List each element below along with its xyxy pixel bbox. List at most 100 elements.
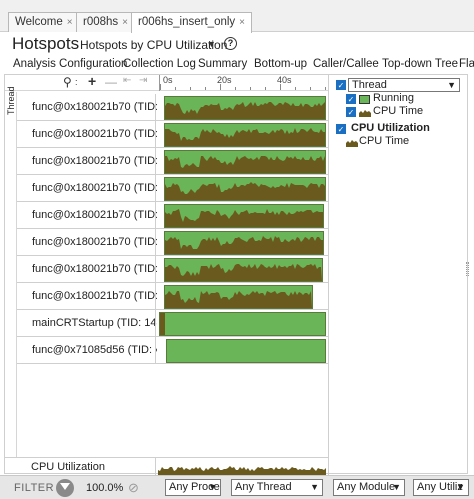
chevron-down-icon: ▼ (208, 482, 217, 492)
chevron-down-icon: ▼ (392, 482, 401, 492)
cpu-utilization-checkbox[interactable]: ✓ (336, 124, 346, 134)
thread-row[interactable]: func@0x180021b70 (TID: 5... (17, 283, 328, 310)
thread-label: func@0x180021b70 (TID: 1... (32, 182, 157, 194)
tab-label: r006hs_insert_only (138, 16, 236, 28)
zoom-fit-icon[interactable]: ⇤ (123, 75, 131, 86)
filter-label: FILTER (14, 482, 55, 494)
legend-cpu-time: CPU Time (373, 105, 424, 117)
zoom-reset-icon[interactable]: ⇥ (139, 75, 147, 86)
filter-icon[interactable] (56, 479, 74, 497)
utilization-filter-select[interactable]: Any Utiliz ▼ (413, 479, 469, 496)
module-filter-select[interactable]: Any Module ▼ (333, 479, 405, 496)
thread-row[interactable]: func@0x180021b70 (TID: 2... (17, 148, 328, 175)
thread-label: func@0x180021b70 (TID: 2... (32, 236, 157, 248)
tab-r008hs[interactable]: r008hs × (76, 12, 136, 32)
cpu-time-bar[interactable] (164, 177, 326, 201)
viewpoint-selector[interactable]: Hotspots by CPU Utilization (80, 38, 227, 52)
thread-label: func@0x180021b70 (TID: 4... (32, 209, 157, 221)
cpu-time-bar[interactable] (164, 231, 324, 255)
running-bar[interactable] (166, 339, 326, 363)
cpu-utilization-row[interactable]: CPU Utilization (5, 457, 328, 476)
process-filter-select[interactable]: Any Proce ▼ (165, 479, 221, 496)
chevron-down-icon[interactable]: ▼ (207, 39, 216, 49)
thread-label: mainCRTStartup (TID: 1495... (32, 317, 157, 329)
panel-resize-grip[interactable] (466, 262, 469, 276)
chevron-down-icon: ▼ (310, 482, 319, 492)
cpu-time-spike (160, 313, 165, 335)
thread-row[interactable]: func@0x180021b70 (TID: 2... (17, 121, 328, 148)
running-swatch (359, 95, 370, 104)
close-icon[interactable]: × (239, 17, 245, 28)
legend-cpu-utilization: CPU Utilization (351, 122, 430, 134)
thread-band-select[interactable]: Thread ▼ (348, 78, 460, 92)
legend-running: Running (373, 92, 414, 104)
thread-filter-select[interactable]: Any Thread ▼ (231, 479, 323, 496)
close-icon[interactable]: × (122, 17, 128, 28)
zoom-out-icon[interactable]: — (105, 75, 117, 89)
time-ruler[interactable]: 0s 20s 40s (159, 75, 328, 91)
tab-analysis-configuration[interactable]: Analysis Configuration (13, 58, 127, 70)
tab-r006hs-insert-only[interactable]: r006hs_insert_only × (131, 12, 253, 33)
thread-label: func@0x180021b70 (TID: 2... (32, 128, 157, 140)
colon-separator: : (75, 77, 78, 87)
cpu-utilization-label: CPU Utilization (31, 461, 105, 473)
running-bar[interactable] (159, 312, 326, 336)
cpu-time-bar[interactable] (164, 96, 326, 120)
cpu-utilization-swatch (346, 140, 358, 147)
chevron-down-icon: ▼ (456, 482, 465, 492)
help-icon[interactable]: ? (224, 37, 237, 50)
thread-row[interactable]: func@0x180021b70 (TID: 3... (17, 94, 328, 121)
cpu-time-bar[interactable] (164, 204, 324, 228)
tab-collection-log[interactable]: Collection Log (123, 58, 196, 70)
cpu-time-bar[interactable] (164, 258, 323, 282)
thread-row[interactable]: func@0x180021b70 (TID: 1... (17, 175, 328, 202)
close-icon[interactable]: × (67, 17, 73, 28)
timeline-pane: ⚲ : + — ⇤ ⇥ 0s 20s 40s Thread func@0x180… (4, 73, 469, 476)
cpu-time-graph (165, 102, 325, 119)
tab-top-down-tree[interactable]: Top-down Tree (382, 58, 458, 70)
cpu-time-graph (165, 236, 323, 254)
cpu-time-bar[interactable] (164, 150, 326, 174)
ruler-label: 0s (163, 75, 173, 85)
thread-label: func@0x71085d56 (TID: 40... (32, 344, 157, 356)
cpu-time-swatch (359, 110, 371, 117)
thread-group-label: Thread (5, 86, 17, 457)
thread-label: func@0x180021b70 (TID: 1... (32, 263, 157, 275)
analysis-tabs: Analysis Configuration Collection Log Su… (0, 57, 474, 74)
thread-row[interactable]: func@0x71085d56 (TID: 40... (17, 337, 328, 364)
thread-label: func@0x180021b70 (TID: 3... (32, 101, 157, 113)
tab-summary[interactable]: Summary (198, 58, 247, 70)
zoom-in-icon[interactable]: + (88, 73, 96, 89)
filter-bar: FILTER 100.0% ⊘ Any Proce ▼ Any Thread ▼ A… (0, 475, 474, 499)
thread-label: func@0x180021b70 (TID: 2... (32, 155, 157, 167)
thread-row[interactable]: func@0x180021b70 (TID: 2... (17, 229, 328, 256)
tab-bottom-up[interactable]: Bottom-up (254, 58, 307, 70)
analysis-header: Hotspots Hotspots by CPU Utilization ▼ ? (0, 33, 474, 57)
thread-label: func@0x180021b70 (TID: 5... (32, 290, 157, 302)
running-checkbox[interactable]: ✓ (346, 94, 356, 104)
chevron-down-icon: ▼ (447, 80, 456, 90)
thread-row[interactable]: mainCRTStartup (TID: 1495... (17, 310, 328, 337)
thread-checkbox[interactable]: ✓ (336, 80, 346, 90)
cpu-time-bar[interactable] (164, 285, 313, 309)
cpu-utilization-graph (158, 466, 326, 475)
tab-welcome[interactable]: Welcome × (8, 12, 80, 32)
tab-caller-callee[interactable]: Caller/Callee (313, 58, 379, 70)
legend-panel: ✓ Thread ▼ ✓ Running ✓ CPU Time ✓ CPU Uti… (329, 75, 469, 475)
legend-cpu-utilization-time: CPU Time (359, 135, 410, 147)
clear-filter-icon[interactable]: ⊘ (128, 480, 139, 496)
thread-rows: func@0x180021b70 (TID: 3... func@0x180021… (17, 92, 328, 457)
cpu-time-graph (165, 209, 323, 227)
tab-flame-graph[interactable]: Fla (459, 58, 474, 70)
thread-row[interactable]: func@0x180021b70 (TID: 4... (17, 202, 328, 229)
cpu-time-bar[interactable] (164, 123, 326, 147)
zoom-icon[interactable]: ⚲ (63, 75, 72, 89)
cpu-time-graph (165, 291, 312, 308)
cpu-time-graph (165, 182, 325, 200)
filter-percentage: 100.0% (86, 482, 124, 494)
cpu-time-graph (165, 128, 325, 146)
cpu-time-graph (165, 264, 322, 281)
thread-row[interactable]: func@0x180021b70 (TID: 1... (17, 256, 328, 283)
document-tab-strip: Welcome × r008hs × r006hs_insert_only × (0, 0, 474, 33)
cpu-time-checkbox[interactable]: ✓ (346, 107, 356, 117)
